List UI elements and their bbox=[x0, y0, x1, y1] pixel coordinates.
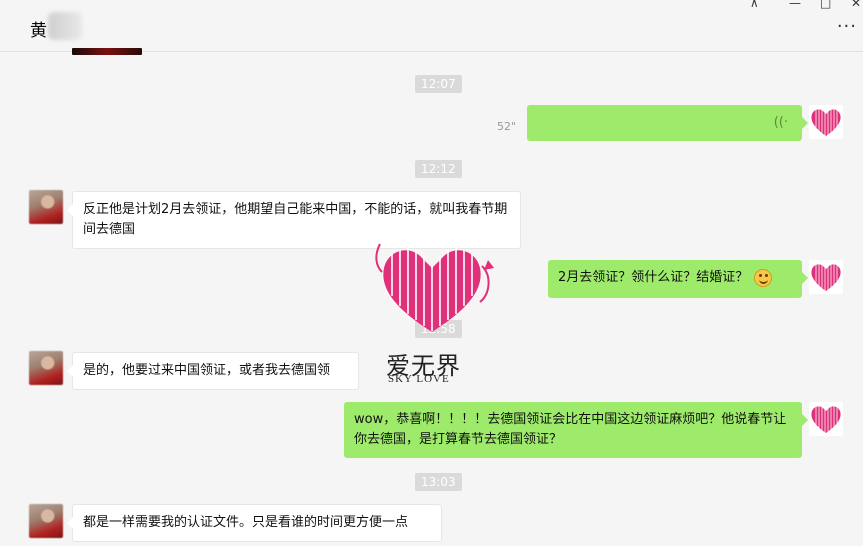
avatar[interactable] bbox=[809, 105, 843, 139]
heart-avatar-icon bbox=[811, 406, 841, 433]
avatar[interactable] bbox=[29, 190, 63, 224]
maximize-icon[interactable]: □ bbox=[820, 0, 831, 10]
smile-icon bbox=[754, 268, 773, 287]
message-text: 2月去领证？领什么证？结婚证？ bbox=[558, 270, 749, 285]
timestamp: 12:07 bbox=[415, 75, 462, 93]
avatar[interactable] bbox=[809, 402, 843, 436]
message-bubble[interactable]: 2月去领证？领什么证？结婚证？ bbox=[548, 260, 808, 298]
heart-logo-icon bbox=[375, 243, 494, 332]
avatar[interactable] bbox=[809, 260, 843, 294]
chat-header: 黄 ⊼ — □ ✕ ··· bbox=[0, 0, 863, 55]
minimize-icon[interactable]: — bbox=[789, 0, 801, 10]
message-bubble[interactable]: 是的，他要过来中国领证，或者我去德国领 bbox=[67, 352, 359, 390]
contact-name-redacted bbox=[48, 12, 82, 40]
timestamp: 12:12 bbox=[415, 160, 462, 178]
thumbnail-strip bbox=[72, 48, 142, 55]
contact-name: 黄 bbox=[30, 21, 47, 41]
ellipsis-icon[interactable]: ··· bbox=[837, 16, 857, 37]
message-bubble[interactable]: 都是一样需要我的认证文件。只是看谁的时间更方便一点 bbox=[67, 504, 442, 542]
avatar[interactable] bbox=[29, 351, 63, 385]
voice-message-bubble[interactable]: ((· bbox=[527, 105, 808, 141]
watermark-en: SKY LOVE bbox=[388, 373, 450, 385]
voice-wave-icon: ((· bbox=[773, 115, 788, 130]
heart-avatar-icon bbox=[811, 109, 841, 136]
message-bubble[interactable]: wow，恭喜啊！！！！去德国领证会比在中国这边领证麻烦吧？他说春节让你去德国，是… bbox=[344, 402, 808, 458]
watermark-logo: 爱无界 SKY LOVE bbox=[372, 236, 502, 386]
heart-avatar-icon bbox=[811, 264, 841, 291]
timestamp: 13:03 bbox=[415, 473, 462, 491]
close-icon[interactable]: ✕ bbox=[851, 0, 861, 10]
avatar[interactable] bbox=[29, 504, 63, 538]
pin-icon[interactable]: ⊼ bbox=[750, 0, 759, 10]
voice-duration: 52" bbox=[497, 120, 517, 133]
